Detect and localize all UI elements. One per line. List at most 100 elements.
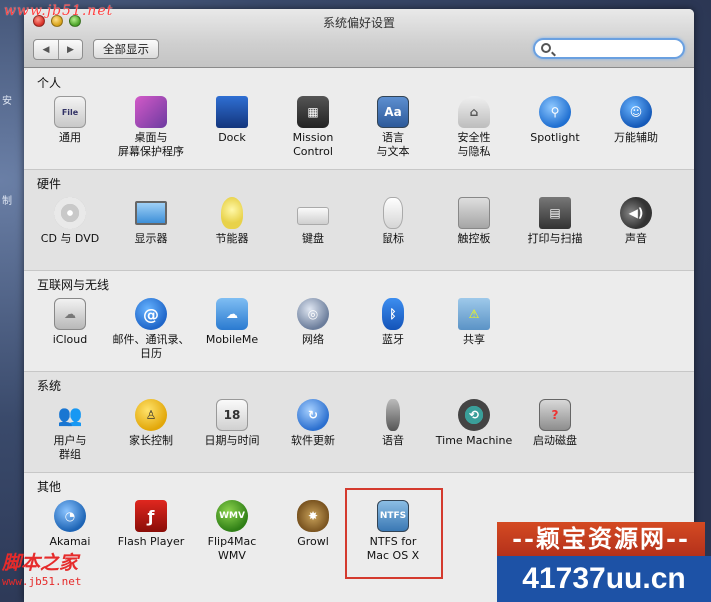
pref-pane-language-text[interactable]: Aa 语言 与文本 [353, 96, 433, 159]
cd-dvd-icon [54, 197, 86, 229]
window-title: 系统偏好设置 [322, 16, 395, 30]
pref-pane-cd-dvd[interactable]: CD 与 DVD [30, 197, 110, 246]
pref-pane-mobileme[interactable]: ☁ MobileMe [192, 298, 272, 347]
title-bar: 系统偏好设置 ◀ ▶ 全部显示 [24, 9, 694, 68]
mouse-icon [383, 197, 403, 229]
mail-contacts-calendars-icon: @ [135, 298, 167, 330]
pref-pane-software-update[interactable]: ↻ 软件更新 [273, 399, 353, 448]
energy-saver-icon [221, 197, 243, 229]
pref-pane-bluetooth[interactable]: ᛒ 蓝牙 [353, 298, 433, 347]
pref-pane-label: Growl [297, 535, 329, 548]
section-title: 硬件 [37, 177, 62, 191]
pref-pane-dock[interactable]: Dock [192, 96, 272, 145]
pref-pane-label: 声音 [625, 232, 647, 245]
keyboard-icon [297, 207, 329, 225]
pref-pane-label: 桌面与 屏幕保护程序 [118, 131, 184, 158]
pref-pane-label: Flash Player [117, 535, 185, 548]
flash-player-icon: ƒ [135, 500, 167, 532]
pref-pane-label: 用户与 群组 [53, 434, 87, 461]
forward-button[interactable]: ▶ [58, 40, 82, 59]
trackpad-icon [458, 197, 490, 229]
pref-pane-label: NTFS for Mac OS X [366, 535, 420, 562]
search-field[interactable] [533, 38, 685, 59]
pref-pane-label: 打印与扫描 [527, 232, 583, 245]
general-icon: File [54, 96, 86, 128]
pref-pane-label: iCloud [52, 333, 88, 346]
pref-pane-security-privacy[interactable]: ⌂ 安全性 与隐私 [434, 96, 514, 159]
pref-pane-label: 节能器 [215, 232, 249, 245]
pref-pane-label: Dock [218, 131, 246, 144]
pref-pane-icloud[interactable]: ☁ iCloud [30, 298, 110, 347]
pref-pane-keyboard[interactable]: 键盘 [273, 197, 353, 246]
sound-icon: ◀) [620, 197, 652, 229]
pref-pane-label: Akamai [49, 535, 91, 548]
pref-pane-flip4mac[interactable]: WMV Flip4Mac WMV [192, 500, 272, 563]
pref-pane-label: 语音 [382, 434, 404, 447]
pref-pane-desktop-screensaver[interactable]: 桌面与 屏幕保护程序 [111, 96, 191, 159]
speech-icon [386, 399, 400, 431]
sharing-icon: ⚠ [458, 298, 490, 330]
pref-pane-mission-control[interactable]: ▦ Mission Control [273, 96, 353, 159]
pref-pane-speech[interactable]: 语音 [353, 399, 433, 448]
pref-pane-label: 蓝牙 [382, 333, 404, 346]
spotlight-icon: ⚲ [539, 96, 571, 128]
system-preferences-window: 系统偏好设置 ◀ ▶ 全部显示 个人 File 通用 桌面与 屏幕保护程序 Dock ▦… [24, 9, 694, 602]
pref-pane-label: 显示器 [134, 232, 168, 245]
section-system: 系统 👥 用户与 群组 ♙ 家长控制 18 日期与时间 ↻ 软件更新 语音 ⟲ Time Machi… [24, 372, 694, 473]
pref-pane-ntfs[interactable]: NTFS NTFS for Mac OS X [353, 500, 433, 563]
pref-pane-spotlight[interactable]: ⚲ Spotlight [515, 96, 595, 145]
pref-pane-energy-saver[interactable]: 节能器 [192, 197, 272, 246]
pref-pane-flash-player[interactable]: ƒ Flash Player [111, 500, 191, 549]
watermark-top-left: www.jb51.net [4, 3, 114, 19]
pref-pane-mouse[interactable]: 鼠标 [353, 197, 433, 246]
back-button[interactable]: ◀ [34, 40, 58, 59]
mobileme-icon: ☁ [216, 298, 248, 330]
pref-pane-label: 键盘 [302, 232, 324, 245]
pref-pane-label: 安全性 与隐私 [457, 131, 491, 158]
watermark-bottom-left-url: www.jb51.net [2, 575, 82, 588]
pref-pane-label: 启动磁盘 [533, 434, 577, 447]
watermark-bottom-left: 脚本之家 [2, 552, 79, 574]
pref-pane-trackpad[interactable]: 触控板 [434, 197, 514, 246]
pref-pane-date-time[interactable]: 18 日期与时间 [192, 399, 272, 448]
pref-pane-sharing[interactable]: ⚠ 共享 [434, 298, 514, 347]
software-update-icon: ↻ [297, 399, 329, 431]
pref-pane-label: 万能辅助 [614, 131, 658, 144]
akamai-icon: ◔ [54, 500, 86, 532]
icloud-icon: ☁ [54, 298, 86, 330]
section-internet-wireless: 互联网与无线 ☁ iCloud @ 邮件、通讯录、 日历 ☁ MobileMe ◎ 网络 ᛒ 蓝牙… [24, 271, 694, 372]
section-title: 互联网与无线 [37, 278, 110, 292]
search-icon [541, 43, 551, 53]
date-time-icon: 18 [216, 399, 248, 431]
startup-disk-icon: ? [539, 399, 571, 431]
desktop-text-fragment: 安 [2, 96, 12, 107]
pref-pane-parental-controls[interactable]: ♙ 家长控制 [111, 399, 191, 448]
pref-pane-label: 触控板 [457, 232, 491, 245]
bluetooth-icon: ᛒ [382, 298, 404, 330]
time-machine-icon: ⟲ [458, 399, 490, 431]
pref-pane-network[interactable]: ◎ 网络 [273, 298, 353, 347]
pref-pane-users-groups[interactable]: 👥 用户与 群组 [30, 399, 110, 462]
show-all-button[interactable]: 全部显示 [93, 39, 159, 59]
pref-pane-sound[interactable]: ◀) 声音 [596, 197, 676, 246]
pref-pane-displays[interactable]: 显示器 [111, 197, 191, 246]
pref-pane-universal-access[interactable]: ☺ 万能辅助 [596, 96, 676, 145]
pref-pane-label: MobileMe [205, 333, 259, 346]
pref-pane-label: 通用 [59, 131, 81, 144]
watermark-right-url: 41737uu.cn [497, 556, 711, 602]
users-groups-icon: 👥 [57, 403, 83, 427]
pref-pane-label: 家长控制 [129, 434, 173, 447]
flip4mac-icon: WMV [216, 500, 248, 532]
desktop-text-fragment: 制 [2, 196, 12, 207]
pref-pane-growl[interactable]: ✸ Growl [273, 500, 353, 549]
pref-pane-akamai[interactable]: ◔ Akamai [30, 500, 110, 549]
pref-pane-startup-disk[interactable]: ? 启动磁盘 [515, 399, 595, 448]
pref-pane-label: Flip4Mac WMV [207, 535, 257, 562]
network-icon: ◎ [297, 298, 329, 330]
pref-pane-time-machine[interactable]: ⟲ Time Machine [434, 399, 514, 448]
pref-pane-general[interactable]: File 通用 [30, 96, 110, 145]
pref-pane-mail-contacts-calendars[interactable]: @ 邮件、通讯录、 日历 [111, 298, 191, 361]
pref-pane-print-scan[interactable]: ▤ 打印与扫描 [515, 197, 595, 246]
pref-pane-label: 软件更新 [291, 434, 335, 447]
pref-pane-label: Spotlight [530, 131, 580, 144]
